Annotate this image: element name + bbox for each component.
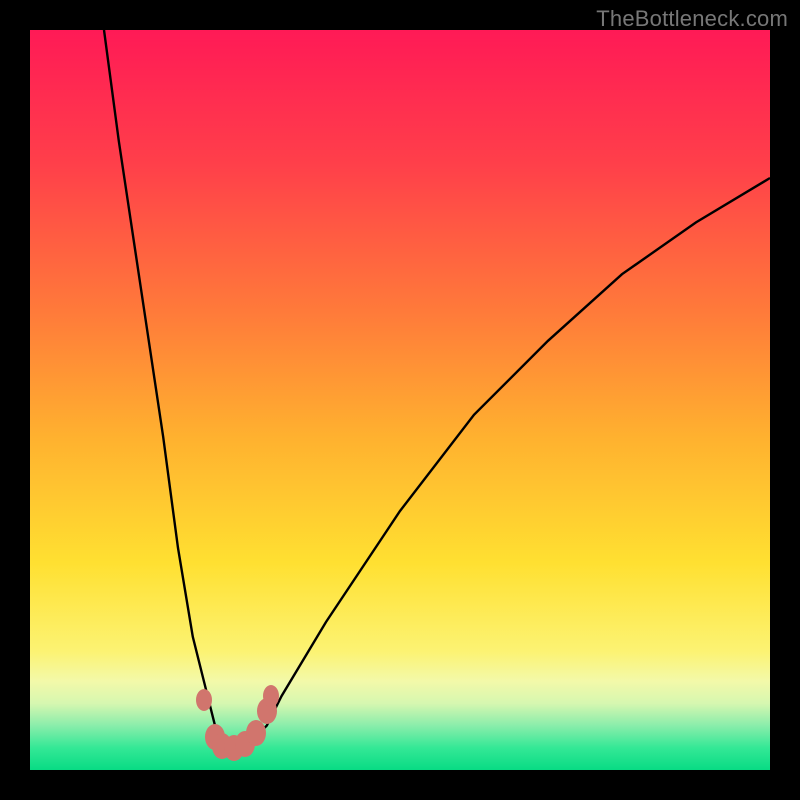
marker-dot [196, 689, 212, 711]
marker-dot [246, 720, 266, 746]
chart-canvas: TheBottleneck.com [0, 0, 800, 800]
watermark-text: TheBottleneck.com [596, 6, 788, 32]
marker-dot [263, 685, 279, 707]
plot-area [30, 30, 770, 770]
bottleneck-curve [30, 30, 770, 770]
